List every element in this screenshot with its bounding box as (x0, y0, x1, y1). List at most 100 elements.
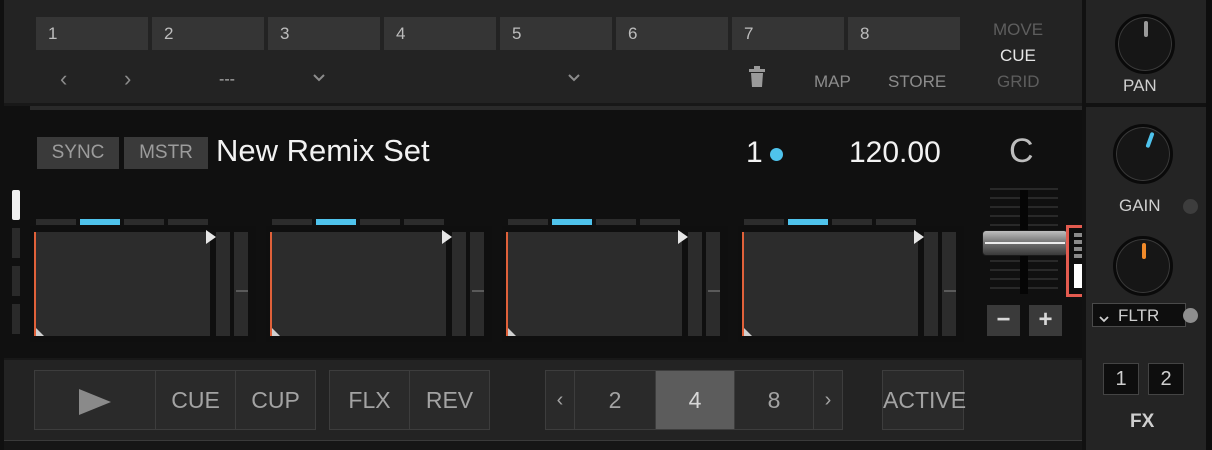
cue-slot-3[interactable]: 3 (268, 17, 380, 50)
slot3-tab (508, 219, 548, 225)
mode-move-button[interactable]: MOVE (993, 20, 1043, 40)
loop-size-2[interactable]: 2 (574, 370, 656, 430)
pan-knob[interactable] (1115, 14, 1175, 74)
sample-slot-2[interactable] (266, 226, 492, 342)
cue-slot-1[interactable]: 1 (36, 17, 148, 50)
fx-label: FX (1130, 411, 1155, 432)
slot2-tab (272, 219, 312, 225)
filter-knob-indicator (1142, 243, 1146, 259)
start-marker-icon (744, 328, 752, 336)
slot-level-meter (216, 232, 230, 336)
start-marker-icon (36, 328, 44, 336)
cue-type-value: --- (219, 71, 235, 88)
filter-label: FLTR (1118, 306, 1160, 325)
cue-slot-5[interactable]: 5 (500, 17, 612, 50)
slot1-tab (124, 219, 164, 225)
start-marker-icon (508, 328, 516, 336)
filter-knob[interactable] (1113, 236, 1173, 296)
sync-button[interactable]: SYNC (37, 137, 119, 169)
playhead-marker (34, 232, 36, 336)
beat-number: 1 (746, 136, 763, 169)
chevron-down-icon[interactable] (567, 70, 581, 88)
mode-cue-button[interactable]: CUE (1000, 46, 1036, 66)
cue-button[interactable]: CUE (155, 370, 236, 430)
playhead-marker (742, 232, 744, 336)
slot1-tab-active (80, 219, 120, 225)
playhead-marker (506, 232, 508, 336)
cue-slot-4[interactable]: 4 (384, 17, 496, 50)
rev-button[interactable]: REV (409, 370, 490, 430)
slot-play-marker-icon (678, 230, 688, 244)
cue-next-button[interactable]: › (124, 66, 131, 92)
master-button[interactable]: MSTR (124, 137, 208, 169)
sample-waveform (270, 230, 452, 336)
slot2-tab (404, 219, 444, 225)
sample-slot-1[interactable] (30, 226, 256, 342)
active-button[interactable]: ACTIVE (882, 370, 966, 430)
slot-volume-fader[interactable] (234, 232, 248, 336)
slot3-tab (640, 219, 680, 225)
sample-slot-4[interactable] (738, 226, 964, 342)
cue-slot-8[interactable]: 8 (848, 17, 960, 50)
tempo-minus-button[interactable]: − (987, 305, 1020, 336)
map-button[interactable]: MAP (814, 72, 851, 92)
cue-slot-7[interactable]: 7 (732, 17, 844, 50)
bottom-edge (4, 440, 1082, 450)
cue-prev-button[interactable]: ‹ (60, 66, 67, 92)
deck-side-meter (12, 190, 22, 338)
loop-next-button[interactable]: › (813, 370, 843, 430)
slot-level-meter (924, 232, 938, 336)
playhead-marker (270, 232, 272, 336)
fx-button-1[interactable]: 1 (1103, 363, 1139, 395)
fx-button-2[interactable]: 2 (1148, 363, 1184, 395)
slot-play-marker-icon (206, 230, 216, 244)
sample-waveform (34, 230, 216, 336)
trash-icon[interactable] (747, 66, 767, 93)
gain-knob[interactable] (1113, 124, 1173, 184)
loop-prev-button[interactable]: ‹ (545, 370, 575, 430)
slot-play-marker-icon (914, 230, 924, 244)
tempo-plus-button[interactable]: + (1029, 305, 1062, 336)
chevron-down-icon (1099, 311, 1109, 329)
slot1-tab (36, 219, 76, 225)
slot2-tab-active (316, 219, 356, 225)
deck-header-strip (30, 106, 1082, 110)
loop-size-8[interactable]: 8 (734, 370, 814, 430)
slot-play-marker-icon (442, 230, 452, 244)
mode-grid-button[interactable]: GRID (997, 72, 1040, 92)
sample-slot-3[interactable] (502, 226, 728, 342)
store-button[interactable]: STORE (888, 72, 946, 92)
chevron-down-icon[interactable] (312, 70, 326, 88)
mixer-right-edge (1206, 0, 1212, 450)
filter-button[interactable]: FLTR (1092, 303, 1186, 327)
slot4-tab-active (788, 219, 828, 225)
sample-waveform (742, 230, 924, 336)
slot-level-meter (688, 232, 702, 336)
cue-slot-2[interactable]: 2 (152, 17, 264, 50)
slot1-tab (168, 219, 208, 225)
filter-led (1183, 308, 1198, 323)
cup-button[interactable]: CUP (235, 370, 316, 430)
gain-knob-indicator (1145, 131, 1155, 149)
start-marker-icon (272, 328, 280, 336)
cue-slot-6[interactable]: 6 (616, 17, 728, 50)
slot4-tab (744, 219, 784, 225)
tempo-fader-handle[interactable] (982, 230, 1068, 256)
tempo-display: 120.00 (849, 136, 941, 169)
slot3-tab-active (552, 219, 592, 225)
pan-label: PAN (1123, 76, 1157, 95)
beat-indicator-dot (770, 148, 783, 161)
flx-button[interactable]: FLX (329, 370, 410, 430)
slot2-tab (360, 219, 400, 225)
slot-volume-fader[interactable] (942, 232, 956, 336)
play-button[interactable] (34, 370, 156, 430)
deck-title: New Remix Set (216, 133, 430, 168)
slot-level-meter (452, 232, 466, 336)
loop-size-4-selected[interactable]: 4 (655, 370, 735, 430)
slot3-tab (596, 219, 636, 225)
slot-volume-fader[interactable] (470, 232, 484, 336)
gain-led (1183, 199, 1198, 214)
slot4-tab (832, 219, 872, 225)
slot-volume-fader[interactable] (706, 232, 720, 336)
pan-knob-indicator (1144, 21, 1148, 37)
